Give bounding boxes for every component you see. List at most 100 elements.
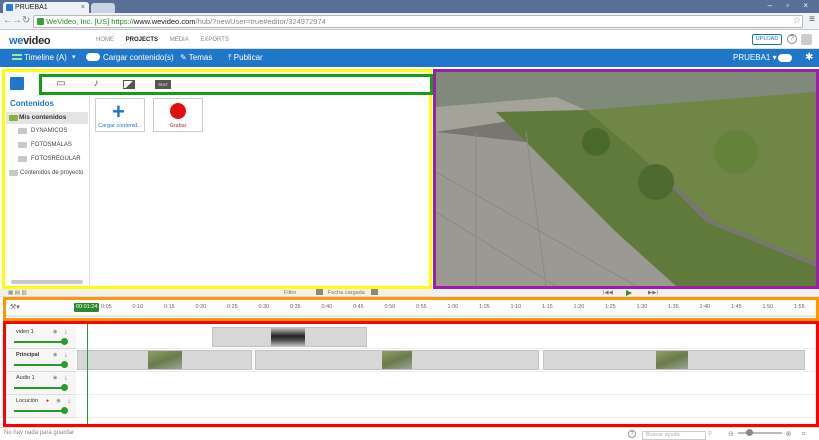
help-search-input[interactable]: Buscar ayuda xyxy=(642,431,706,440)
video-clip[interactable] xyxy=(77,350,252,370)
bookmark-star-icon[interactable]: ☆ xyxy=(793,15,801,26)
forward-icon[interactable]: → xyxy=(12,15,22,26)
sidebar-scrollbar[interactable] xyxy=(11,280,83,284)
track-lane-principal[interactable] xyxy=(77,349,816,372)
sort-direction-icon[interactable] xyxy=(369,289,378,297)
playhead-line[interactable] xyxy=(87,324,88,424)
music-note-icon[interactable]: ♪ xyxy=(89,79,103,89)
nav-home[interactable]: HOME xyxy=(96,37,114,43)
record-icon xyxy=(170,103,186,119)
ruler-tick-label: 1:35 xyxy=(668,304,679,310)
themes-button[interactable]: ✎ Temas xyxy=(180,49,212,67)
sidebar-item-fotosregular[interactable]: FOTOSREGULAR xyxy=(31,156,81,162)
timeline-dropdown-icon[interactable]: ▾ xyxy=(72,49,76,67)
url-input[interactable]: WeVideo, Inc. [US] https://www.wevideo.c… xyxy=(33,15,803,28)
upload-content-card[interactable]: + Cargar contenid... xyxy=(95,98,145,132)
video-clip[interactable] xyxy=(212,327,367,347)
address-bar: ← → ↻ WeVideo, Inc. [US] https://www.wev… xyxy=(0,13,819,30)
track-visibility-icons[interactable]: ◉ ⤓ xyxy=(53,329,70,335)
transition-icon[interactable] xyxy=(123,80,135,89)
track-name: Audio 1 xyxy=(16,375,35,381)
nav-projects[interactable]: PROJECTS xyxy=(126,37,158,43)
zoom-slider[interactable] xyxy=(737,429,782,436)
folder-icon xyxy=(9,170,18,176)
image-icon[interactable]: ▭ xyxy=(54,79,68,89)
track-volume-slider[interactable] xyxy=(14,410,66,412)
ruler-tick-label: 1:40 xyxy=(699,304,711,310)
track-visibility-icons[interactable]: ◉ ⤓ xyxy=(53,375,70,381)
nav-exports[interactable]: EXPORTS xyxy=(200,37,229,43)
upload-content-button[interactable]: Cargar contenido(s) xyxy=(86,49,174,67)
track-header-principal[interactable]: Principal ◉ ⤓ xyxy=(6,349,76,372)
slider-handle[interactable] xyxy=(61,407,68,414)
user-avatar-icon[interactable] xyxy=(801,34,812,45)
video-clip[interactable] xyxy=(543,350,805,370)
upload-card-label: Cargar contenid... xyxy=(98,123,142,129)
sidebar-item-mis-contenidos[interactable]: Mis contenidos xyxy=(6,112,88,124)
browser-tab[interactable]: PRUEBA1 × xyxy=(3,2,89,13)
sidebar-item-fotosmalas[interactable]: FOTOSMALAS xyxy=(31,142,72,148)
track-mic-icons[interactable]: ● ◉ ⤓ xyxy=(46,398,73,404)
sidebar-item-dynamicos[interactable]: DYNAMICOS xyxy=(31,128,67,134)
wevideo-logo[interactable]: wevideo xyxy=(9,35,51,47)
search-icon[interactable]: ⚲ xyxy=(708,431,712,437)
track-lane-audio1[interactable] xyxy=(77,372,816,395)
slider-handle[interactable] xyxy=(61,361,68,368)
current-time-badge[interactable]: 00:01:24 xyxy=(74,303,100,312)
zoom-in-icon[interactable]: ⊕ xyxy=(786,431,792,438)
user-menu[interactable]: PRUEBA1 ▾ xyxy=(733,49,777,67)
ruler-tick-label: 1:50 xyxy=(762,304,774,310)
record-card[interactable]: Grabar xyxy=(153,98,203,132)
zoom-slider-handle[interactable] xyxy=(745,429,753,436)
track-visibility-icons[interactable]: ◉ ⤓ xyxy=(53,352,70,358)
gear-icon[interactable]: ✱ xyxy=(805,49,813,67)
view-mode-icons[interactable]: ▦ ▤ ▥ xyxy=(8,289,27,297)
upload-button[interactable]: UPLOAD xyxy=(752,34,782,45)
tab-close-icon[interactable]: × xyxy=(81,2,85,13)
track-lane-locucion[interactable] xyxy=(77,395,816,418)
track-header-audio1[interactable]: Audio 1 ◉ ⤓ xyxy=(6,372,76,395)
new-tab-button[interactable] xyxy=(91,3,115,13)
track-volume-slider[interactable] xyxy=(14,387,66,389)
cloud-sync-icon[interactable] xyxy=(778,54,792,62)
sidebar-item-project-contents[interactable]: Contenidos de proyecto xyxy=(20,170,83,176)
browser-menu-icon[interactable]: ≡ xyxy=(809,14,815,25)
skip-forward-icon[interactable]: ▶▶| xyxy=(648,289,658,297)
fit-icon[interactable]: ⌗ xyxy=(802,431,806,438)
folder-icon[interactable] xyxy=(10,77,24,90)
help-icon[interactable]: ? xyxy=(787,34,797,44)
track-volume-slider[interactable] xyxy=(14,364,66,366)
timeline-ruler[interactable]: ⚒▾ 00:01:24 0:05 0:10 0:15 0:20 0:25 0:30 0:35… xyxy=(3,297,819,321)
publish-button[interactable]: ⤒ Publicar xyxy=(228,49,263,67)
ruler-tick-label: 1:55 xyxy=(794,304,805,310)
status-bar: No hay nada para guardar ? Buscar ayuda ⚲… xyxy=(0,427,819,440)
track-header-video1[interactable]: video 1 ◉ ⤓ xyxy=(6,326,76,349)
sort-toggle-icon[interactable] xyxy=(314,289,323,297)
video-preview[interactable] xyxy=(433,69,819,289)
filter-label[interactable]: Filtro xyxy=(284,289,296,297)
track-lane-video1[interactable] xyxy=(77,326,816,349)
ruler-tick-label: 0:45 xyxy=(353,304,364,310)
slider-handle[interactable] xyxy=(61,338,68,345)
track-header-locucion[interactable]: Locución ● ◉ ⤓ xyxy=(6,395,76,418)
nav-media[interactable]: MEDIA xyxy=(170,37,189,43)
video-clip[interactable] xyxy=(255,350,539,370)
clip-thumbnail xyxy=(271,328,305,346)
reload-icon[interactable]: ↻ xyxy=(22,15,30,26)
text-icon[interactable]: TEXT xyxy=(155,80,171,89)
tool-icon[interactable]: ⚒▾ xyxy=(10,303,20,311)
record-card-label: Grabar xyxy=(169,123,187,129)
publish-icon: ⤒ xyxy=(228,53,232,62)
window-controls[interactable]: – ▫ × xyxy=(768,1,814,10)
ruler-tick-label: 0:25 xyxy=(227,304,238,310)
help-icon[interactable]: ? xyxy=(628,430,636,438)
zoom-control: ⊖ ⊕ ⌗ xyxy=(728,429,806,439)
ruler-tick-label: 0:15 xyxy=(164,304,175,310)
zoom-out-icon[interactable]: ⊖ xyxy=(728,431,734,438)
date-uploaded-label[interactable]: Fecha cargada xyxy=(328,289,365,297)
slider-handle[interactable] xyxy=(61,384,68,391)
skip-back-icon[interactable]: |◀◀ xyxy=(603,289,613,297)
timeline-mode-button[interactable]: Timeline (A) xyxy=(12,49,67,67)
play-icon[interactable] xyxy=(626,290,632,296)
track-volume-slider[interactable] xyxy=(14,341,66,343)
